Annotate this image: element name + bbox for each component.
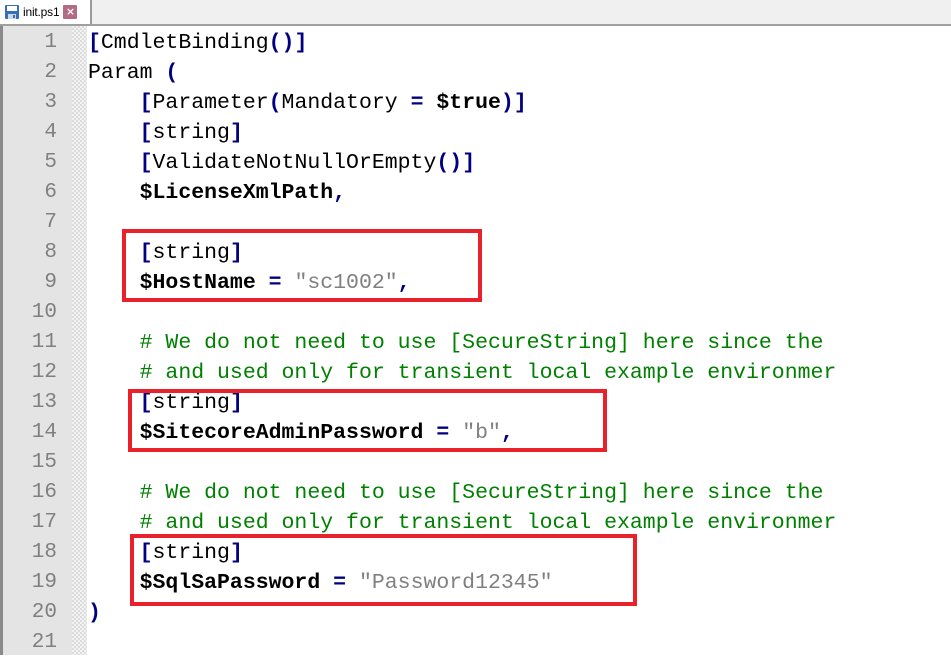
code-line[interactable]: [ValidateNotNullOrEmpty()] (88, 148, 475, 178)
tab-init-ps1[interactable]: init.ps1 × (0, 0, 92, 24)
code-token: $true (436, 91, 501, 115)
code-token: Parameter (152, 91, 269, 115)
code-line[interactable]: [string] (88, 118, 243, 148)
line-number: 8 (44, 241, 57, 264)
hostname-highlight (122, 229, 482, 302)
code-token: () (436, 151, 463, 175)
code-token: ) (500, 91, 514, 115)
line-number: 7 (44, 211, 57, 234)
fold-margin (72, 26, 87, 655)
code-line[interactable]: ) (88, 598, 101, 628)
code-line[interactable]: $LicenseXmlPath, (88, 178, 346, 208)
line-number: 20 (31, 601, 57, 624)
line-number-gutter: 1 2 3 4 5 6 7 8 9 10 11 12 13 14 15 16 17 18 19 20 21 (0, 26, 72, 655)
sitecore-admin-password-highlight (128, 389, 607, 452)
code-token: CmdletBinding (100, 31, 269, 55)
line-number: 17 (31, 511, 57, 534)
code-token: ( (268, 91, 282, 115)
code-token: ] (462, 151, 476, 175)
code-token: [ (88, 31, 101, 55)
code-line[interactable]: # We do not need to use [SecureString] h… (88, 478, 824, 508)
code-token: # and used only for transient local exam… (88, 511, 837, 535)
code-line[interactable]: # and used only for transient local exam… (88, 358, 837, 388)
line-number: 15 (31, 451, 57, 474)
tab-label: init.ps1 (23, 5, 60, 19)
code-token: # and used only for transient local exam… (88, 361, 837, 385)
code-token: [ (139, 151, 153, 175)
code-token: ( (165, 61, 179, 85)
line-number: 4 (44, 121, 57, 144)
line-number: 5 (44, 151, 57, 174)
sql-sa-password-highlight (130, 534, 637, 606)
code-token: ) (88, 601, 101, 625)
line-number: 14 (31, 421, 57, 444)
code-token: ValidateNotNullOrEmpty (152, 151, 437, 175)
code-token: $LicenseXmlPath (139, 181, 334, 205)
code-token: = (410, 91, 424, 115)
code-token: , (333, 181, 347, 205)
line-number: 1 (44, 31, 57, 54)
line-number: 12 (31, 361, 57, 384)
line-number: 9 (44, 271, 57, 294)
code-token: () (268, 31, 295, 55)
code-token: # We do not need to use [SecureString] h… (88, 331, 824, 355)
code-token: ] (229, 121, 243, 145)
line-number: 3 (44, 91, 57, 114)
line-number: 18 (31, 541, 57, 564)
tab-bar: init.ps1 × (0, 0, 951, 25)
close-icon[interactable]: × (63, 5, 78, 19)
save-disk-icon (4, 4, 20, 20)
code-token: Mandatory (281, 91, 411, 115)
code-token: ] (294, 31, 308, 55)
code-line[interactable]: [CmdletBinding()] (88, 28, 307, 58)
code-token: Param (88, 61, 166, 85)
code-token: # We do not need to use [SecureString] h… (88, 481, 824, 505)
line-number: 6 (44, 181, 57, 204)
line-number: 11 (31, 331, 57, 354)
line-number: 13 (31, 391, 57, 414)
code-token: string (152, 121, 230, 145)
line-number: 10 (31, 301, 57, 324)
code-line[interactable]: # We do not need to use [SecureString] h… (88, 328, 824, 358)
code-token: [ (139, 91, 153, 115)
code-line[interactable]: [Parameter(Mandatory = $true)] (88, 88, 527, 118)
code-line[interactable]: Param ( (88, 58, 178, 88)
line-number: 16 (31, 481, 57, 504)
code-token: [ (139, 121, 153, 145)
line-number: 2 (44, 61, 57, 84)
code-token: ] (513, 91, 527, 115)
line-number: 19 (31, 571, 57, 594)
line-number: 21 (31, 631, 57, 654)
